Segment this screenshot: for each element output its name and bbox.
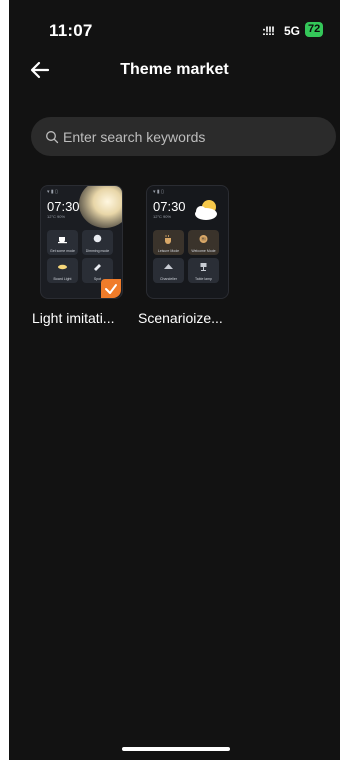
theme-preview: ▾ ▮ ▯ 07:30 12°C 90% Leisure Mode Hi Wel… (146, 185, 229, 299)
bulb-icon (93, 234, 102, 243)
preview-tile: Board Light (47, 258, 78, 283)
preview-weather: 12°C 90% (47, 214, 66, 219)
preview-time: 07:30 (153, 199, 186, 214)
theme-card-scenarioize[interactable]: ▾ ▮ ▯ 07:30 12°C 90% Leisure Mode Hi Wel… (138, 185, 238, 326)
home-indicator[interactable] (122, 747, 230, 751)
spotlight-icon (94, 264, 101, 271)
chandelier-icon (164, 264, 173, 269)
welcome-icon: Hi (199, 235, 208, 243)
preview-status-icons: ▾ ▮ ▯ (47, 189, 58, 195)
search-bar[interactable] (31, 117, 336, 156)
preview-status-icons: ▾ ▮ ▯ (153, 189, 164, 195)
theme-preview: ▾ ▮ ▯ 07:30 12°C 90% Get some mode Dimmi… (40, 185, 123, 299)
search-icon (46, 131, 59, 144)
battery-icon: 72 (305, 22, 324, 37)
theme-name: Light imitati... (32, 310, 115, 326)
disc-light-icon (58, 264, 67, 270)
theme-card-light-imitation[interactable]: ▾ ▮ ▯ 07:30 12°C 90% Get some mode Dimmi… (32, 185, 132, 326)
preview-tile: Leisure Mode (153, 230, 184, 255)
page-title: Theme market (120, 61, 229, 78)
preview-tile: Get some mode (47, 230, 78, 255)
preview-weather: 12°C 90% (153, 214, 172, 219)
signal-icon: :!!! (262, 24, 275, 38)
status-bar: 11:07 :!!! 5G 72 (9, 0, 340, 50)
preview-tile: Table lamp (188, 258, 219, 283)
search-input[interactable] (59, 117, 323, 156)
table-lamp-icon (200, 263, 207, 271)
weather-cloud-sun-icon (195, 200, 217, 220)
preview-time: 07:30 (47, 199, 80, 214)
preview-tile: Chandelier (153, 258, 184, 283)
network-type: 5G (284, 24, 301, 38)
phone-screen: 11:07 :!!! 5G 72 Theme market Enter sear… (9, 0, 340, 760)
check-icon (105, 284, 117, 294)
cup-icon (58, 237, 67, 244)
svg-text:Hi: Hi (201, 237, 205, 242)
preview-tile: Dimming mode (82, 230, 113, 255)
status-time: 11:07 (49, 21, 93, 40)
coffee-icon (165, 235, 171, 244)
theme-name: Scenarioize... (138, 310, 223, 326)
selected-check-badge (101, 279, 121, 298)
preview-tile: Hi Welcome Mode (188, 230, 219, 255)
